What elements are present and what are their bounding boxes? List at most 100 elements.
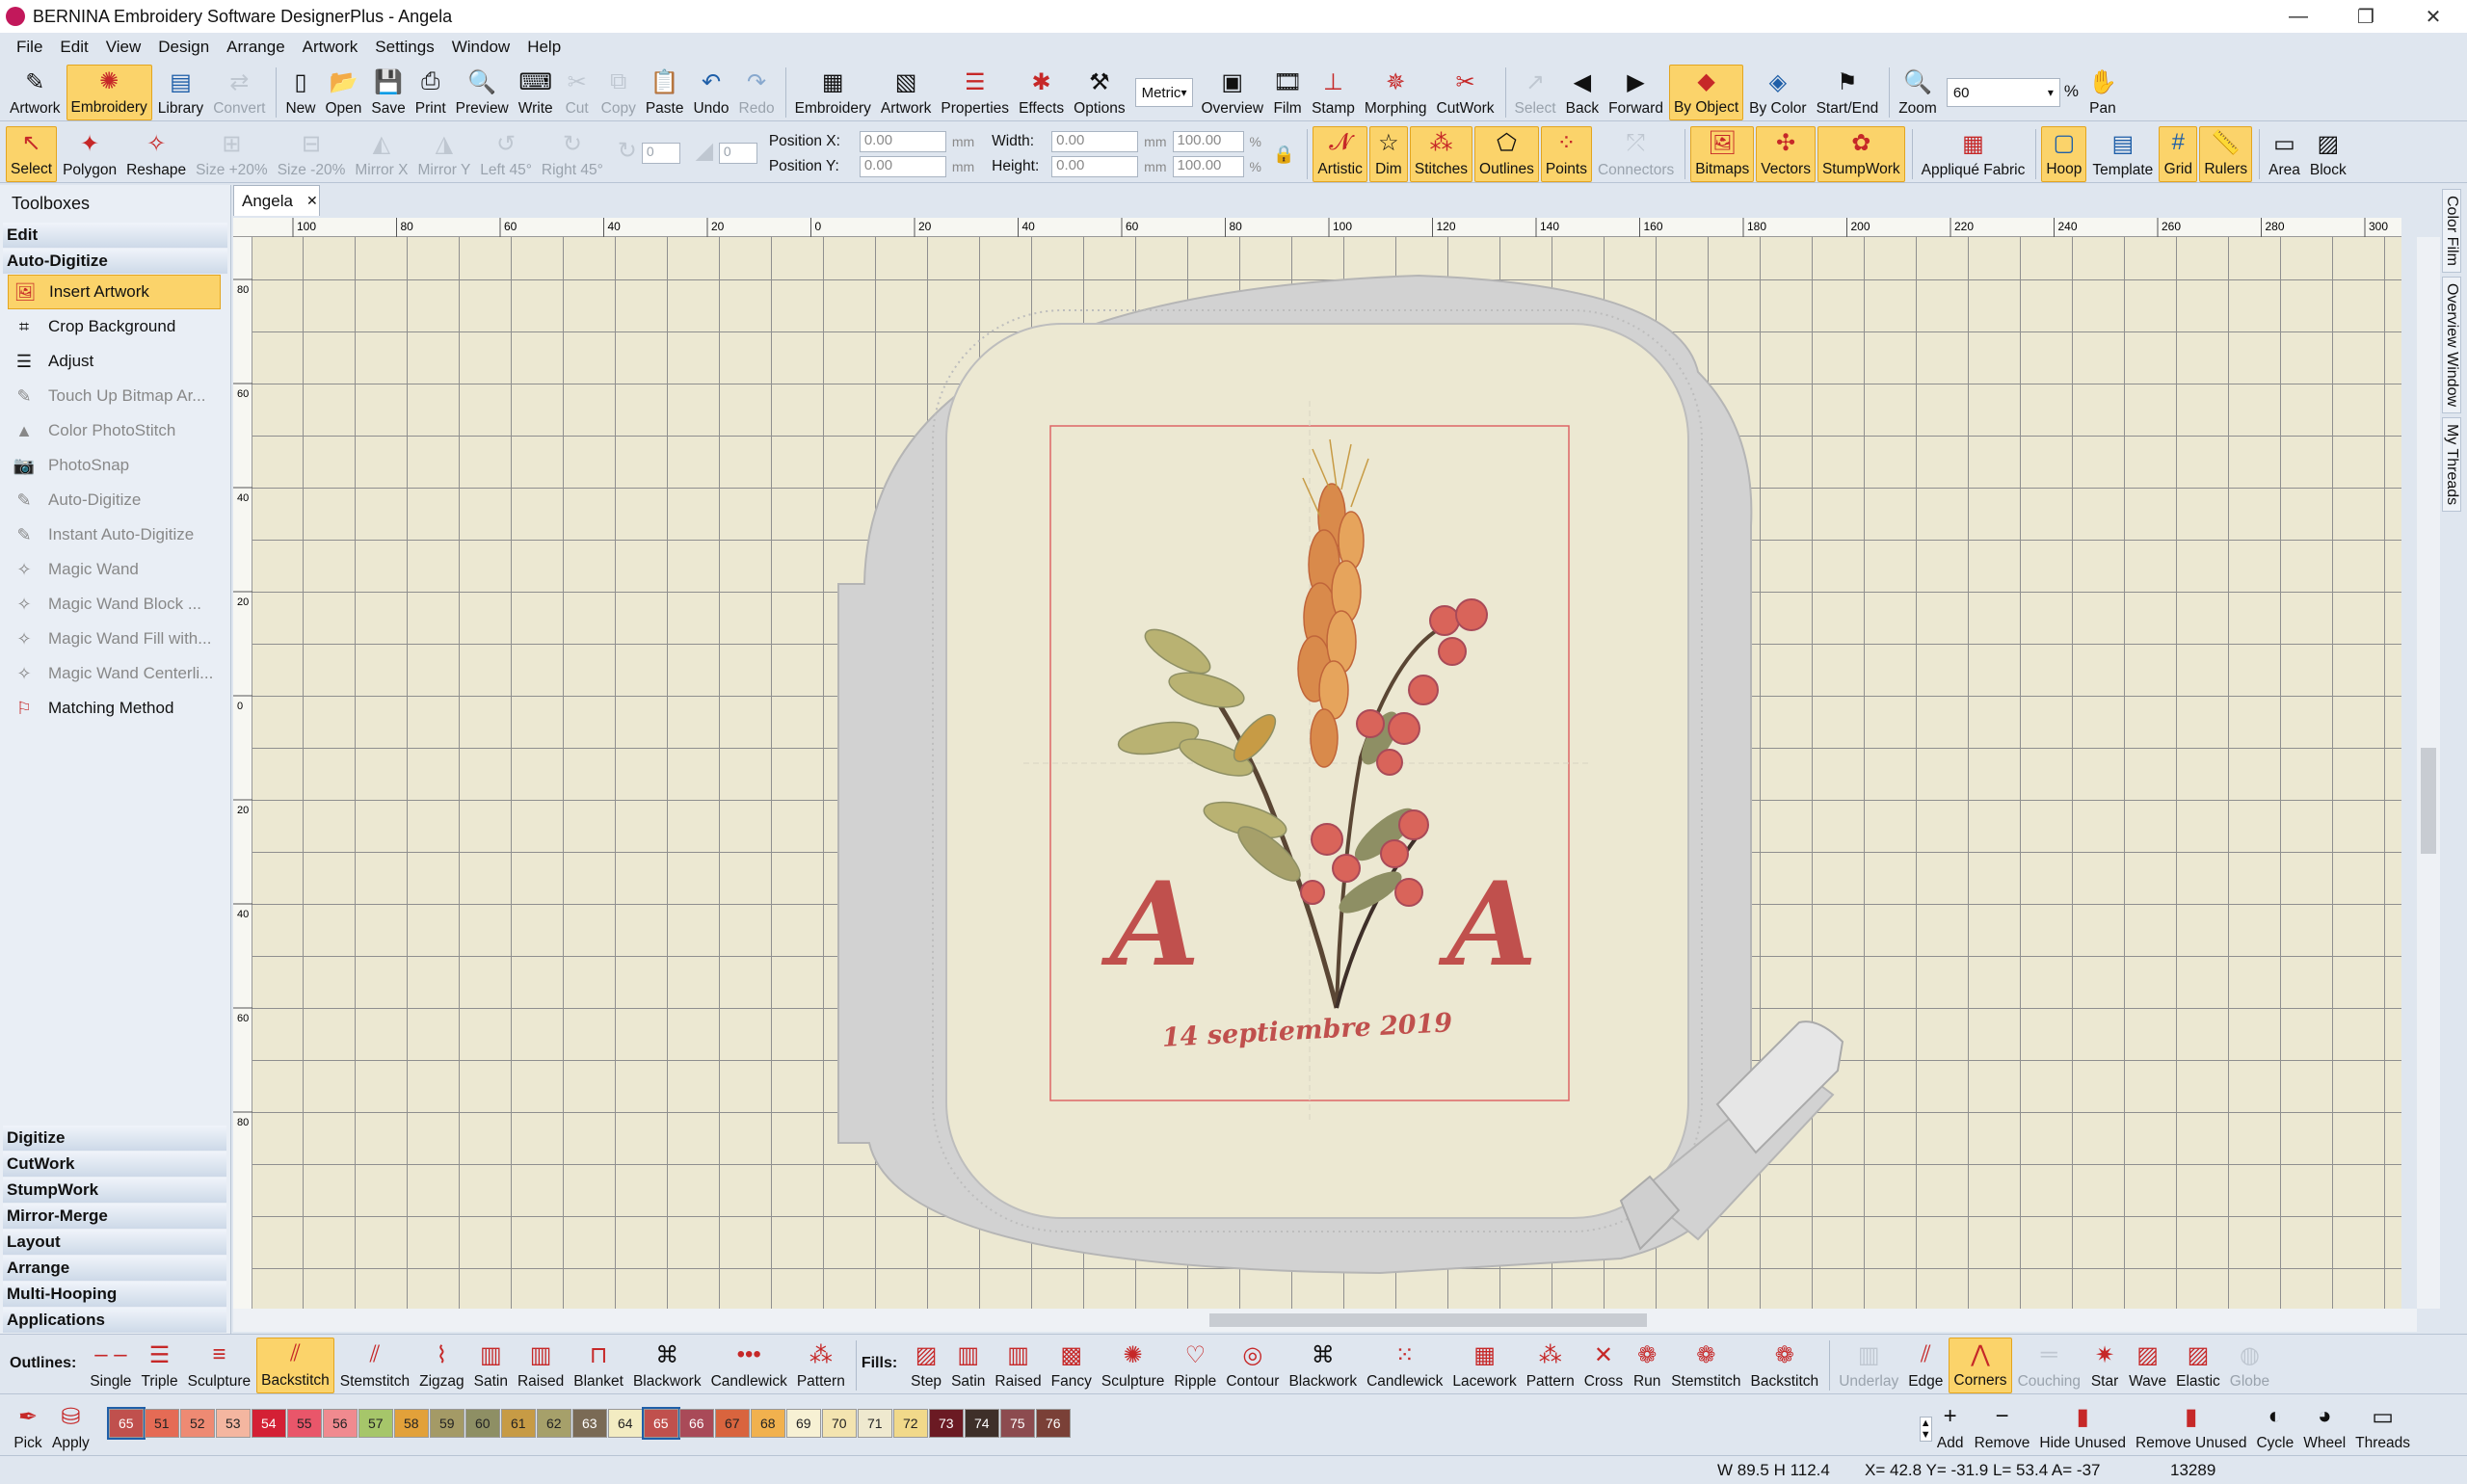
thread-swatch[interactable]: 55 [286,1409,322,1438]
fill-backstitch-button[interactable]: ❁ Backstitch [1747,1338,1823,1393]
tool-insert-artwork[interactable]: 🖼 Insert Artwork [8,275,221,309]
minimize-icon[interactable]: — [2265,0,2332,33]
fill-blackwork-button[interactable]: ⌘ Blackwork [1285,1338,1361,1393]
fill-lacework-button[interactable]: ▦ Lacework [1448,1338,1520,1393]
view-points-button[interactable]: ⁘ Points [1540,126,1592,182]
tb-stamp-button[interactable]: ⊥ Stamp [1308,65,1359,120]
outline-raised-button[interactable]: ▥ Raised [514,1338,568,1393]
tb-cutwork-button[interactable]: ✂ CutWork [1433,65,1499,120]
thread-swatch[interactable]: 59 [429,1409,464,1438]
height-percent-field[interactable]: 100.00 [1172,156,1244,177]
toolbox-applications[interactable]: Applications [3,1308,226,1333]
thread-swatch[interactable]: 68 [750,1409,785,1438]
outline-triple-button[interactable]: ☰ Triple [137,1338,181,1393]
effect-edge-button[interactable]: ⫽ Edge [1904,1338,1947,1393]
view-grid-button[interactable]: # Grid [2159,126,2198,182]
tool-matching-method[interactable]: ⚐ Matching Method [0,691,230,726]
view-rulers-button[interactable]: 📏 Rulers [2199,126,2253,182]
effect-globe-button[interactable]: ◍ Globe [2226,1338,2273,1393]
rotate-angle-control[interactable]: ↻ 0 [609,126,684,182]
thread-swatch[interactable]: 66 [678,1409,714,1438]
height-field[interactable]: 0.00 [1051,156,1139,177]
fill-ripple-button[interactable]: ♡ Ripple [1170,1338,1220,1393]
tool-left-45-button[interactable]: ↺ Left 45° [476,126,536,182]
thread-swatch[interactable]: 58 [393,1409,429,1438]
rotate-angle-field[interactable]: 0 [641,142,680,164]
menu-arrange[interactable]: Arrange [218,38,293,57]
palette-threads-button[interactable]: ▭ Threads [2351,1399,2414,1455]
outline-blackwork-button[interactable]: ⌘ Blackwork [629,1338,705,1393]
skew-angle-field[interactable]: 0 [718,142,757,164]
menu-edit[interactable]: Edit [51,38,96,57]
palette-remove-unused-button[interactable]: ▮ Remove Unused [2132,1399,2250,1455]
fill-step-button[interactable]: ▨ Step [907,1338,945,1393]
tb-library-button[interactable]: ▤ Library [154,65,207,120]
width-percent-field[interactable]: 100.00 [1172,131,1244,152]
effect-corners-button[interactable]: ⋀ Corners [1949,1338,2012,1393]
tool-size-20-button[interactable]: ⊞ Size +20% [192,126,272,182]
palette-add-button[interactable]: + Add [1932,1399,1969,1455]
tb-overview-button[interactable]: ▣ Overview [1197,65,1267,120]
thread-swatch[interactable]: 65 [106,1407,146,1440]
tb-start-end-button[interactable]: ⚑ Start/End [1813,65,1883,120]
dock-tab-overview-window[interactable]: Overview Window [2442,276,2461,413]
toolbox-multi-hooping[interactable]: Multi-Hooping [3,1282,226,1307]
zoom-level-field[interactable]: 60 ▾ [1946,78,2060,107]
tool-polygon-button[interactable]: ✦ Polygon [59,126,120,182]
palette-cycle-button[interactable]: ◐ Cycle [2252,1399,2297,1455]
tb-select-button[interactable]: ↗ Select [1511,65,1560,120]
tool-color-photostitch[interactable]: ▲ Color PhotoStitch [0,413,230,448]
fill-stemstitch-button[interactable]: ❁ Stemstitch [1667,1338,1744,1393]
tool-right-45-button[interactable]: ↻ Right 45° [538,126,607,182]
tb-morphing-button[interactable]: ✵ Morphing [1361,65,1431,120]
palette-remove-button[interactable]: − Remove [1971,1399,2034,1455]
toolbox-cutwork[interactable]: CutWork [3,1152,226,1177]
thread-swatch[interactable]: 74 [964,1409,999,1438]
fill-cross-button[interactable]: ✕ Cross [1580,1338,1627,1393]
outline-candlewick-button[interactable]: ••• Candlewick [707,1338,791,1393]
menu-design[interactable]: Design [149,38,218,57]
fill-satin-button[interactable]: ▥ Satin [947,1338,989,1393]
tool-reshape-button[interactable]: ✧ Reshape [122,126,190,182]
tb-save-button[interactable]: 💾 Save [367,65,409,120]
tb-write-button[interactable]: ⌨ Write [515,65,557,120]
thread-swatch[interactable]: 71 [857,1409,892,1438]
menu-settings[interactable]: Settings [366,38,442,57]
toolbox-auto-digitize[interactable]: Auto-Digitize [3,249,227,274]
toolbox-edit[interactable]: Edit [3,223,227,248]
tool-magic-wand-block[interactable]: ✧ Magic Wand Block ... [0,587,230,622]
tool-instant-auto-digitize[interactable]: ✎ Instant Auto-Digitize [0,517,230,552]
toolbox-mirror-merge[interactable]: Mirror-Merge [3,1204,226,1229]
effect-wave-button[interactable]: ▨ Wave [2125,1338,2170,1393]
view-artistic-button[interactable]: 𝓝 Artistic [1313,126,1367,182]
view-dim-button[interactable]: ☆ Dim [1368,126,1408,182]
units-dropdown[interactable]: Metric ▾ [1134,78,1194,107]
tb-preview-button[interactable]: 🔍 Preview [452,65,513,120]
tb-film-button[interactable]: 🎞 Film [1269,65,1306,120]
tb-redo-button[interactable]: ↷ Redo [735,65,779,120]
fill-run-button[interactable]: ❁ Run [1629,1338,1665,1393]
tool-select-button[interactable]: ↖ Select [6,126,58,182]
width-field[interactable]: 0.00 [1051,131,1139,152]
thread-swatch[interactable]: 52 [179,1409,215,1438]
fill-raised-button[interactable]: ▥ Raised [991,1338,1045,1393]
horizontal-scrollbar[interactable] [233,1309,2417,1332]
tool-auto-digitize[interactable]: ✎ Auto-Digitize [0,483,230,517]
effect-underlay-button[interactable]: ▥ Underlay [1835,1338,1902,1393]
thread-swatch[interactable]: 69 [785,1409,821,1438]
thread-swatch[interactable]: 57 [358,1409,393,1438]
fill-fancy-button[interactable]: ▩ Fancy [1048,1338,1096,1393]
thread-swatch[interactable]: 70 [821,1409,857,1438]
thread-swatch[interactable]: 51 [144,1409,179,1438]
effect-star-button[interactable]: ✷ Star [2086,1338,2123,1393]
outline-stemstitch-button[interactable]: ⫽ Stemstitch [336,1338,413,1393]
thread-swatch[interactable]: 75 [999,1409,1035,1438]
fill-candlewick-button[interactable]: ⁙ Candlewick [1363,1338,1446,1393]
tool-size-20-button[interactable]: ⊟ Size -20% [274,126,350,182]
palette-scroll-spinner[interactable]: ▲ ▼ [1919,1417,1932,1442]
tool-photosnap[interactable]: 📷 PhotoSnap [0,448,230,483]
thread-swatch[interactable]: 54 [251,1409,286,1438]
tool-touch-up-bitmap-ar[interactable]: ✎ Touch Up Bitmap Ar... [0,379,230,413]
view-template-button[interactable]: ▤ Template [2088,126,2157,182]
view-hoop-button[interactable]: ▢ Hoop [2041,126,2087,182]
